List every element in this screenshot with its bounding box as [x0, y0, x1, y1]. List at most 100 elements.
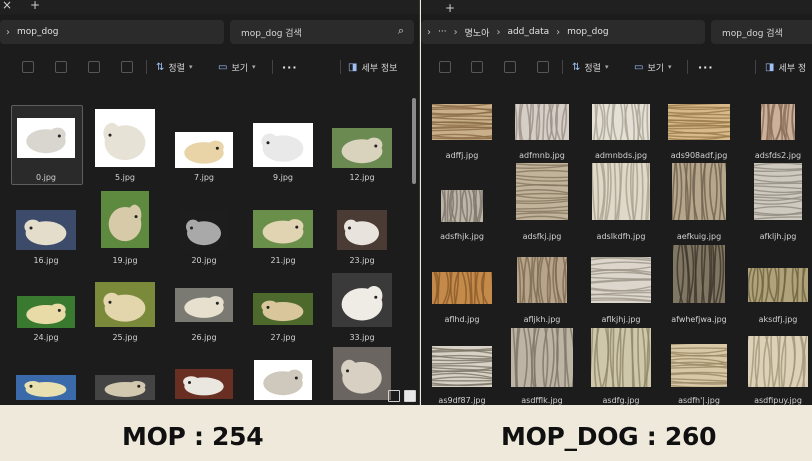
view-button[interactable]: ▭ 보기 ▾	[218, 61, 256, 74]
file-item[interactable]: as9df87.jpg	[432, 346, 492, 405]
file-thumbnail	[511, 328, 573, 387]
address-bar[interactable]: › ··· › 명노아 › add_data › mop_dog	[421, 20, 705, 44]
file-item[interactable]: adfmnb.jpg	[515, 104, 569, 160]
view-button[interactable]: ▭ 보기 ▾	[634, 61, 672, 74]
file-item[interactable]: 5.jpg	[95, 109, 155, 182]
breadcrumb-item[interactable]: add_data	[507, 27, 549, 37]
file-item[interactable]: admnbds.jpg	[592, 104, 650, 160]
file-name: 33.jpg	[349, 333, 375, 342]
file-thumbnail	[592, 104, 650, 140]
thumbnail-view-icon[interactable]	[404, 390, 416, 402]
file-thumbnail	[253, 293, 313, 325]
search-icon: ⌕	[397, 24, 404, 37]
view-icon: ▭	[634, 61, 644, 73]
file-item[interactable]: 33.jpg	[332, 273, 392, 342]
file-item[interactable]	[254, 360, 312, 400]
title-bar: × +	[0, 0, 419, 14]
more-options-button[interactable]: ···	[698, 61, 714, 74]
file-item[interactable]: adsfds2.jpg	[755, 104, 801, 160]
file-item[interactable]: afljkh.jpg	[517, 257, 567, 324]
delete-icon[interactable]	[121, 61, 133, 73]
file-thumbnail	[516, 163, 568, 220]
share-icon[interactable]	[504, 61, 516, 73]
file-thumbnail	[515, 104, 569, 140]
address-bar[interactable]: › mop_dog	[0, 20, 224, 44]
file-item[interactable]: 12.jpg	[332, 128, 392, 182]
command-bar: ⇅ 정렬 ▾ ▭ 보기 ▾ ··· ◨ 세부 정보	[0, 52, 419, 82]
file-thumbnail	[95, 375, 155, 400]
file-item[interactable]	[95, 375, 155, 400]
breadcrumb-overflow[interactable]: ···	[438, 27, 447, 37]
file-item[interactable]	[175, 369, 233, 399]
file-item[interactable]: 7.jpg	[175, 132, 233, 182]
file-item[interactable]: aksdfj.jpg	[748, 268, 808, 324]
file-item[interactable]: 21.jpg	[253, 210, 313, 265]
file-thumbnail	[432, 104, 492, 140]
copy-icon[interactable]	[55, 61, 67, 73]
file-item[interactable]: asdfh'|.jpg	[671, 344, 727, 405]
file-item[interactable]: asdfflk.jpg	[511, 328, 573, 405]
more-options-button[interactable]: ···	[282, 61, 298, 74]
details-button[interactable]: ◨ 세부 정	[765, 61, 806, 74]
file-thumbnail	[591, 257, 651, 303]
file-item[interactable]: 9.jpg	[253, 123, 313, 182]
details-view-icon[interactable]	[388, 390, 400, 402]
file-item[interactable]: 25.jpg	[95, 282, 155, 342]
file-item[interactable]: afkljh.jpg	[754, 163, 802, 241]
file-item[interactable]: aflkjhj.jpg	[591, 257, 651, 324]
file-item[interactable]: 0.jpg	[17, 118, 75, 182]
file-thumbnail	[591, 328, 651, 387]
file-item[interactable]	[333, 347, 391, 400]
file-item[interactable]: afwhefjwa.jpg	[671, 245, 727, 324]
file-thumbnail	[16, 210, 76, 250]
new-tab-icon[interactable]: +	[30, 0, 40, 12]
file-item[interactable]: asdfipuy.jpg	[748, 336, 808, 405]
search-input[interactable]: mop_dog 검색	[711, 20, 812, 44]
file-item[interactable]: 24.jpg	[17, 296, 75, 342]
details-pane-icon: ◨	[348, 61, 358, 73]
file-item[interactable]: asdfg.jpg	[591, 328, 651, 405]
file-item[interactable]: adslkdfh.jpg	[592, 163, 650, 241]
breadcrumb-item[interactable]: 명노아	[465, 26, 490, 39]
new-tab-icon[interactable]: +	[445, 1, 455, 15]
file-name: 12.jpg	[349, 173, 375, 182]
search-input[interactable]: mop_dog 검색 ⌕	[230, 20, 414, 44]
file-item[interactable]: 16.jpg	[16, 210, 76, 265]
file-item[interactable]: 27.jpg	[253, 293, 313, 342]
file-item[interactable]: 26.jpg	[175, 288, 233, 342]
file-name: afkljh.jpg	[759, 232, 797, 241]
file-item[interactable]: aflhd.jpg	[432, 272, 492, 324]
file-item[interactable]: adffj.jpg	[432, 104, 492, 160]
file-item[interactable]: adsfkj.jpg	[516, 163, 568, 241]
cut-icon[interactable]	[439, 61, 451, 73]
file-item[interactable]: aefkuig.jpg	[672, 163, 726, 241]
file-item[interactable]: ads908adf.jpg	[668, 104, 730, 160]
copy-icon[interactable]	[471, 61, 483, 73]
breadcrumb-item[interactable]: mop_dog	[17, 27, 58, 37]
share-icon[interactable]	[88, 61, 100, 73]
file-thumbnail	[441, 190, 483, 222]
file-thumbnail	[95, 282, 155, 327]
search-placeholder: mop_dog 검색	[722, 28, 783, 39]
details-button[interactable]: ◨ 세부 정보	[348, 61, 397, 74]
file-thumbnail	[668, 104, 730, 140]
file-item[interactable]: 19.jpg	[101, 191, 149, 265]
file-item[interactable]: 20.jpg	[179, 210, 229, 265]
close-tab-icon[interactable]: ×	[2, 0, 12, 12]
scrollbar-thumb[interactable]	[412, 98, 416, 184]
file-thumbnail	[175, 288, 233, 322]
file-thumbnail	[748, 268, 808, 302]
cut-icon[interactable]	[22, 61, 34, 73]
sort-icon: ⇅	[156, 61, 165, 73]
caption-mop-dog-count: MOP_DOG : 260	[501, 422, 717, 451]
sort-button[interactable]: ⇅ 정렬 ▾	[572, 61, 608, 74]
file-thumbnail	[672, 163, 726, 220]
delete-icon[interactable]	[537, 61, 549, 73]
breadcrumb-item[interactable]: mop_dog	[567, 27, 608, 37]
file-item[interactable]: 23.jpg	[337, 210, 387, 265]
file-name: 23.jpg	[349, 256, 375, 265]
file-item[interactable]	[16, 375, 76, 400]
file-thumbnail	[179, 210, 229, 250]
sort-button[interactable]: ⇅ 정렬 ▾	[156, 61, 192, 74]
file-item[interactable]: adsfhjk.jpg	[440, 190, 484, 241]
